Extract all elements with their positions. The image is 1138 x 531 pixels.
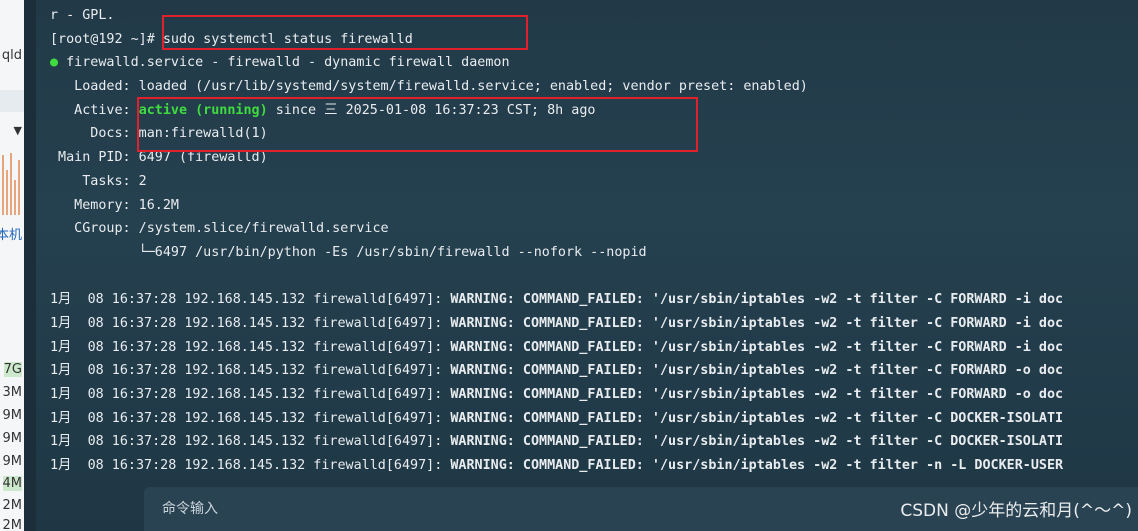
- sidebar-text: 9M: [2, 431, 23, 446]
- window-gap: [24, 0, 36, 531]
- status-dot-icon: ●: [50, 55, 59, 71]
- log-line: 1月 08 16:37:28 192.168.145.132 firewalld…: [50, 454, 1138, 478]
- command-input-placeholder[interactable]: 命令输入: [162, 487, 218, 531]
- log-line: 1月 08 16:37:28 192.168.145.132 firewalld…: [50, 430, 1138, 454]
- log-prefix: 1月 08 16:37:28 192.168.145.132 firewalld…: [50, 292, 451, 308]
- sidebar-link[interactable]: 本机: [0, 224, 22, 243]
- terminal-window[interactable]: r - GPL. [root@192 ~]# sudo systemctl st…: [36, 0, 1138, 531]
- log-prefix: 1月 08 16:37:28 192.168.145.132 firewalld…: [50, 315, 451, 331]
- log-prefix: 1月 08 16:37:28 192.168.145.132 firewalld…: [50, 387, 451, 402]
- log-line: 1月 08 16:37:28 192.168.145.132 firewalld…: [50, 288, 1138, 312]
- sidebar-text: 4M: [2, 476, 22, 491]
- log-line: 1月 08 16:37:28 192.168.145.132 firewalld…: [50, 407, 1138, 431]
- chevron-down-icon[interactable]: ▼: [14, 124, 22, 137]
- background-app-sidebar: qld ▼ 本机 7G 3M 9M 9M 9M 4M 2M 2M: [0, 0, 25, 531]
- log-suffix: -C DOCKER-ISOLATI: [926, 434, 1064, 450]
- log-message: WARNING: COMMAND_FAILED: '/usr/sbin/ipta…: [450, 339, 927, 355]
- log-prefix: 1月 08 16:37:28 192.168.145.132 firewalld…: [50, 363, 451, 379]
- log-suffix: -C FORWARD -i doc: [926, 292, 1064, 308]
- log-suffix: -C FORWARD -i doc: [926, 339, 1064, 355]
- sidebar-text: 3M: [2, 385, 23, 400]
- log-prefix: 1月 08 16:37:28 192.168.145.132 firewalld…: [50, 434, 451, 450]
- log-line: 1月 08 16:37:28 192.168.145.132 firewalld…: [50, 359, 1138, 383]
- sidebar-text: 9M: [2, 454, 23, 469]
- terminal-line-service: ● firewalld.service - firewalld - dynami…: [50, 51, 1138, 75]
- log-message: WARNING: COMMAND_FAILED: '/usr/sbin/ipta…: [450, 315, 927, 331]
- log-line: 1月 08 16:37:28 192.168.145.132 firewalld…: [50, 312, 1138, 336]
- log-suffix: -C DOCKER-ISOLATI: [926, 410, 1064, 426]
- sidebar-text: qld: [1, 48, 22, 63]
- terminal-line-tasks: Tasks: 2: [50, 173, 147, 189]
- active-label: Active:: [50, 102, 139, 118]
- highlight-box-active: [137, 97, 698, 152]
- terminal-line-loaded: Loaded: loaded (/usr/lib/systemd/system/…: [50, 79, 808, 95]
- sidebar-row: [0, 90, 24, 112]
- log-message: WARNING: COMMAND_FAILED: '/usr/sbin/ipta…: [450, 292, 927, 308]
- log-prefix: 1月 08 16:37:28 192.168.145.132 firewalld…: [50, 339, 451, 355]
- sidebar-text: 2M: [2, 498, 23, 513]
- log-prefix: 1月 08 16:37:28 192.168.145.132 firewalld…: [50, 458, 451, 474]
- terminal-line-cgroup-child: └─6497 /usr/bin/python -Es /usr/sbin/fir…: [50, 244, 647, 260]
- terminal-line-memory: Memory: 16.2M: [50, 197, 179, 213]
- log-message: WARNING: COMMAND_FAILED: '/usr/sbin/ipta…: [450, 410, 927, 426]
- log-message: WARNING: COMMAND_FAILED: '/usr/sbin/ipta…: [450, 363, 927, 379]
- sidebar-text: 7G: [3, 362, 22, 377]
- log-message: WARNING: COMMAND_FAILED: '/usr/sbin/ipta…: [450, 434, 927, 450]
- log-line: 1月 08 16:37:28 192.168.145.132 firewalld…: [50, 383, 1138, 407]
- mini-bar-chart: [2, 145, 22, 215]
- log-suffix: -C FORWARD -i doc: [926, 315, 1064, 331]
- sidebar-text: 9M: [2, 408, 23, 423]
- service-title: firewalld.service - firewalld - dynamic …: [58, 55, 510, 71]
- terminal-line-cgroup: CGroup: /system.slice/firewalld.service: [50, 221, 389, 237]
- terminal-output: r - GPL. [root@192 ~]# sudo systemctl st…: [50, 4, 1138, 478]
- log-message: WARNING: COMMAND_FAILED: '/usr/sbin/ipta…: [450, 387, 927, 402]
- log-line: 1月 08 16:37:28 192.168.145.132 firewalld…: [50, 336, 1138, 360]
- log-message: WARNING: COMMAND_FAILED: '/usr/sbin/ipta…: [450, 458, 927, 474]
- log-suffix: -n -L DOCKER-USER: [926, 458, 1064, 474]
- watermark: CSDN @少年的云和月(^～^): [900, 501, 1132, 521]
- shell-prompt: [root@192 ~]#: [50, 31, 163, 47]
- log-suffix: -C FORWARD -o doc: [926, 363, 1064, 379]
- sidebar-text: 2M: [2, 518, 23, 531]
- log-lines: 1月 08 16:37:28 192.168.145.132 firewalld…: [50, 288, 1138, 478]
- log-suffix: -C FORWARD -o doc: [926, 387, 1064, 402]
- highlight-box-command: [162, 15, 528, 50]
- log-prefix: 1月 08 16:37:28 192.168.145.132 firewalld…: [50, 410, 451, 426]
